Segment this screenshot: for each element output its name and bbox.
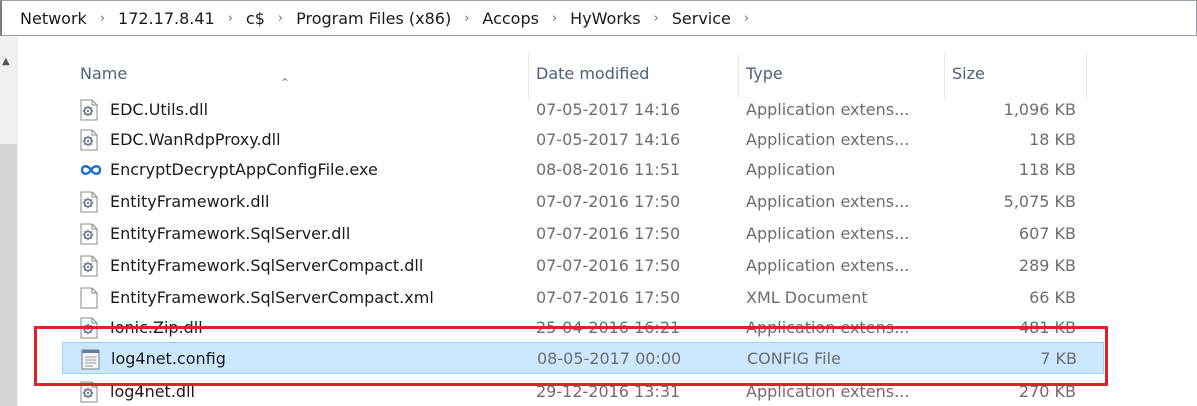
file-explorer-window: Network › 172.17.8.41 › c$ › Program Files (x8…: [0, 0, 1197, 406]
sort-ascending-icon: ⌃: [280, 76, 291, 90]
file-type: Application extens...: [746, 192, 910, 211]
breadcrumb-chevron-icon[interactable]: ›: [654, 11, 659, 26]
file-date-modified: 07-07-2016 17:50: [536, 256, 681, 275]
file-size: 5,075 KB: [1003, 192, 1076, 211]
file-name: EntityFramework.SqlServer.dll: [110, 224, 351, 243]
breadcrumb-item[interactable]: Program Files (x86): [296, 9, 451, 28]
file-row[interactable]: Ionic.Zip.dll 25-04-2016 16:21 Application…: [62, 312, 1104, 344]
file-date-modified: 07-07-2016 17:50: [536, 288, 681, 307]
file-size: 7 KB: [1040, 349, 1077, 368]
dll-gear-icon: [80, 99, 98, 121]
file-date-modified: 07-07-2016 17:50: [536, 224, 681, 243]
file-name: EncryptDecryptAppConfigFile.exe: [110, 160, 378, 179]
file-name: EntityFramework.SqlServerCompact.xml: [110, 288, 434, 307]
file-row[interactable]: EDC.WanRdpProxy.dll 07-05-2017 14:16 Appli…: [62, 124, 1104, 156]
file-row[interactable]: log4net.dll 29-12-2016 13:31 Application e…: [62, 376, 1104, 406]
breadcrumb-item[interactable]: 172.17.8.41: [118, 9, 215, 28]
file-type: Application extens...: [746, 382, 910, 401]
file-name: Ionic.Zip.dll: [110, 318, 203, 337]
column-divider[interactable]: [528, 54, 529, 98]
scroll-up-icon[interactable]: ▲: [2, 56, 10, 67]
column-divider[interactable]: [944, 54, 945, 98]
file-type: Application extens...: [746, 256, 910, 275]
file-name: EntityFramework.dll: [110, 192, 270, 211]
infinity-app-icon: [80, 159, 102, 181]
file-size: 18 KB: [1029, 130, 1076, 149]
file-row[interactable]: EntityFramework.dll 07-07-2016 17:50 Appli…: [62, 186, 1104, 218]
file-date-modified: 07-05-2017 14:16: [536, 100, 681, 119]
column-divider[interactable]: [1086, 54, 1087, 98]
file-row[interactable]: EntityFramework.SqlServerCompact.xml 07-0…: [62, 282, 1104, 314]
file-size: 118 KB: [1018, 160, 1076, 179]
file-date-modified: 08-08-2016 11:51: [536, 160, 681, 179]
dll-gear-icon: [80, 191, 98, 213]
dll-gear-icon: [80, 223, 98, 245]
column-header-row: Name ⌃ Date modified Type Size: [18, 36, 1197, 102]
file-type: Application extens...: [746, 100, 910, 119]
breadcrumb-chevron-icon[interactable]: ›: [744, 11, 749, 26]
file-date-modified: 08-05-2017 00:00: [537, 349, 682, 368]
file-row[interactable]: EncryptDecryptAppConfigFile.exe 08-08-201…: [62, 154, 1104, 186]
file-date-modified: 07-05-2017 14:16: [536, 130, 681, 149]
dll-gear-icon: [80, 381, 98, 403]
breadcrumb-chevron-icon[interactable]: ›: [464, 11, 469, 26]
file-type: Application extens...: [746, 318, 910, 337]
breadcrumb-item[interactable]: Service: [672, 9, 731, 28]
blank-file-icon: [80, 287, 98, 309]
vertical-scrollbar[interactable]: ▲: [0, 36, 18, 406]
file-row[interactable]: EDC.Utils.dll 07-05-2017 14:16 Application…: [62, 94, 1104, 126]
address-breadcrumb-bar[interactable]: Network › 172.17.8.41 › c$ › Program Files (x8…: [0, 0, 1197, 36]
file-size: 607 KB: [1018, 224, 1076, 243]
breadcrumb-item[interactable]: HyWorks: [570, 9, 640, 28]
file-name: log4net.config: [111, 349, 226, 368]
breadcrumb-item[interactable]: Network: [20, 9, 87, 28]
file-date-modified: 25-04-2016 16:21: [536, 318, 681, 337]
file-date-modified: 07-07-2016 17:50: [536, 192, 681, 211]
file-type: Application extens...: [746, 224, 910, 243]
scrollbar-thumb[interactable]: [0, 144, 17, 406]
file-name: EDC.WanRdpProxy.dll: [110, 130, 281, 149]
file-type: Application: [746, 160, 836, 179]
dll-gear-icon: [80, 129, 98, 151]
breadcrumb-item[interactable]: c$: [246, 9, 265, 28]
column-divider[interactable]: [738, 54, 739, 98]
dll-gear-icon: [80, 255, 98, 277]
breadcrumb-item[interactable]: Accops: [482, 9, 539, 28]
file-name: log4net.dll: [110, 382, 195, 401]
file-type: CONFIG File: [747, 349, 841, 368]
file-name: EntityFramework.SqlServerCompact.dll: [110, 256, 424, 275]
breadcrumb-chevron-icon[interactable]: ›: [228, 11, 233, 26]
breadcrumb-chevron-icon[interactable]: ›: [100, 11, 105, 26]
file-size: 481 KB: [1018, 318, 1076, 337]
file-type: Application extens...: [746, 130, 910, 149]
file-row[interactable]: EntityFramework.SqlServer.dll 07-07-2016 …: [62, 218, 1104, 250]
file-row[interactable]: EntityFramework.SqlServerCompact.dll 07-0…: [62, 250, 1104, 282]
file-date-modified: 29-12-2016 13:31: [536, 382, 681, 401]
file-size: 66 KB: [1029, 288, 1076, 307]
file-size: 1,096 KB: [1003, 100, 1076, 119]
breadcrumb-chevron-icon[interactable]: ›: [278, 11, 283, 26]
dll-gear-icon: [80, 317, 98, 339]
breadcrumb-chevron-icon[interactable]: ›: [552, 11, 557, 26]
file-size: 289 KB: [1018, 256, 1076, 275]
config-file-icon: [81, 348, 100, 370]
file-size: 270 KB: [1018, 382, 1076, 401]
file-name: EDC.Utils.dll: [110, 100, 209, 119]
file-row[interactable]: log4net.config 08-05-2017 00:00 CONFIG Fil…: [62, 342, 1104, 374]
file-type: XML Document: [746, 288, 868, 307]
